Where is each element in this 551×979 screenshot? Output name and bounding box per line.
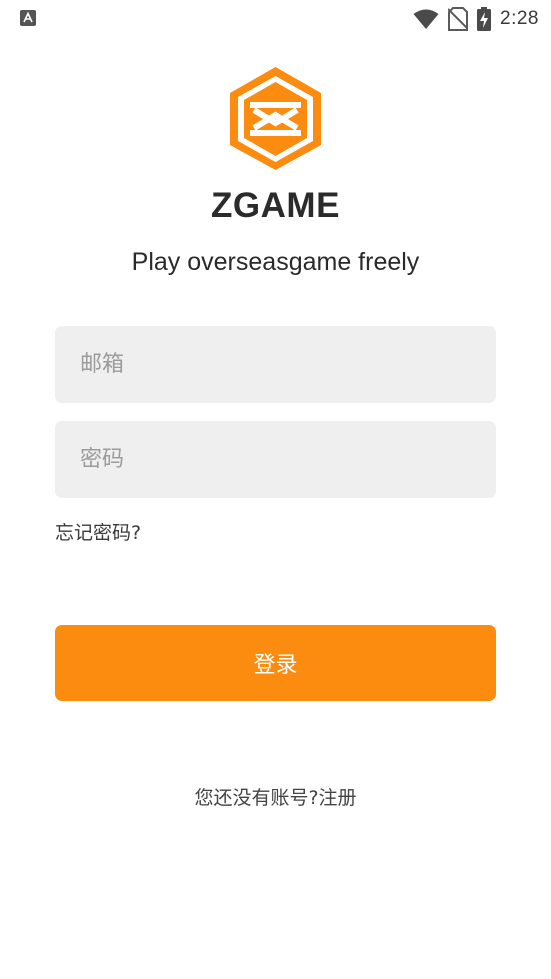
forgot-password-link[interactable]: 忘记密码?	[55, 518, 141, 545]
password-input[interactable]	[55, 421, 496, 498]
status-icons: 2:28	[413, 5, 539, 33]
no-sim-icon	[448, 7, 469, 31]
app-name: ZGAME	[211, 186, 340, 225]
login-button[interactable]: 登录	[55, 625, 496, 701]
notification-a-icon	[20, 10, 36, 26]
email-input[interactable]	[55, 326, 496, 403]
register-link[interactable]: 注册	[319, 787, 357, 809]
status-bar: 2:28	[0, 0, 551, 38]
app-tagline: Play overseasgame freely	[131, 248, 420, 276]
status-time: 2:28	[500, 8, 539, 29]
hexagon-logo-icon	[230, 67, 321, 170]
wifi-icon	[413, 9, 439, 29]
register-prompt: 您还没有账号?	[194, 787, 319, 809]
register-row: 您还没有账号?注册	[0, 783, 551, 810]
battery-charging-icon	[477, 7, 492, 31]
